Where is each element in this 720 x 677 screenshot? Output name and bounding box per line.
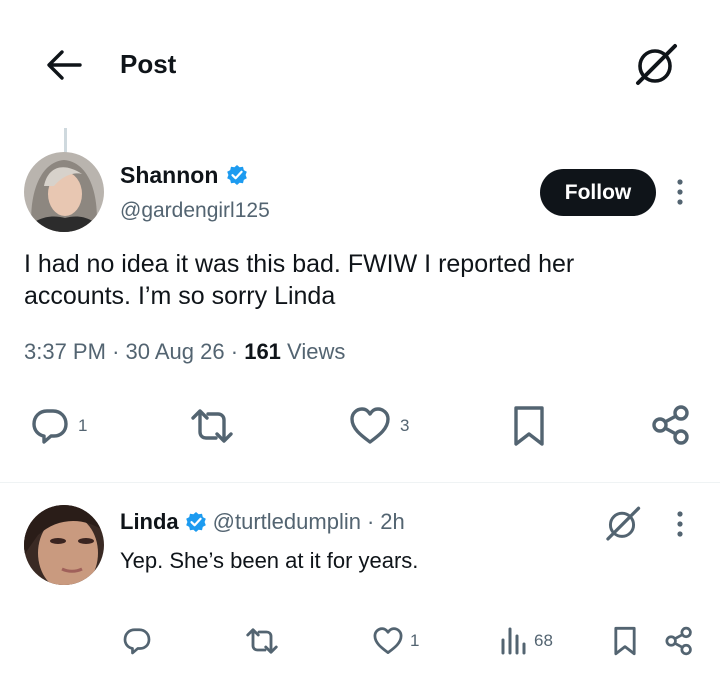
like-button[interactable]: 3 — [348, 406, 409, 446]
reply-age[interactable]: 2h — [380, 507, 404, 537]
reply-icon — [123, 628, 151, 655]
post-text: I had no idea it was this bad. FWIW I re… — [24, 248, 684, 312]
grok-icon — [636, 44, 677, 85]
back-button[interactable] — [44, 47, 84, 83]
views-count: 68 — [534, 631, 553, 650]
more-options-button[interactable] — [670, 510, 690, 540]
section-divider — [0, 482, 720, 483]
repost-icon — [191, 409, 233, 443]
separator-dot: · — [112, 339, 126, 364]
bookmark-icon — [614, 626, 636, 656]
grok-button[interactable] — [603, 505, 641, 543]
views-count: 161 — [244, 339, 281, 364]
post-time[interactable]: 3:37 PM — [24, 339, 106, 364]
share-icon — [665, 626, 692, 656]
like-count: 3 — [400, 416, 410, 435]
heart-icon — [373, 627, 403, 655]
verified-badge-icon — [226, 164, 248, 186]
analytics-icon — [501, 627, 526, 655]
reply-text: Yep. She’s been at it for years. — [120, 548, 419, 573]
share-button[interactable] — [664, 626, 694, 656]
repost-button[interactable] — [188, 406, 236, 446]
author-handle[interactable]: @gardengirl125 — [120, 197, 270, 225]
page-title: Post — [120, 49, 177, 79]
separator-dot: · — [230, 339, 245, 364]
bookmark-button[interactable] — [613, 626, 637, 656]
author-name[interactable]: Shannon — [120, 160, 218, 190]
grok-icon — [606, 506, 641, 541]
more-options-button[interactable] — [670, 178, 690, 208]
reply-author-handle[interactable]: @turtledumplin — [213, 507, 361, 537]
views-button[interactable]: 68 — [500, 626, 553, 656]
follow-button[interactable]: Follow — [540, 169, 656, 216]
more-vertical-icon — [677, 179, 683, 205]
repost-button[interactable] — [244, 626, 280, 656]
arrow-left-icon — [47, 50, 82, 80]
repost-icon — [246, 628, 278, 654]
thread-connector-line — [64, 128, 67, 154]
views-label: Views — [287, 339, 346, 364]
avatar[interactable] — [24, 152, 104, 232]
bookmark-icon — [514, 406, 544, 446]
like-count: 1 — [410, 631, 420, 650]
avatar[interactable] — [24, 505, 104, 585]
reply-button[interactable]: 1 — [30, 406, 87, 446]
post-text-line: accounts. I’m so sorry Linda — [24, 282, 336, 310]
share-icon — [652, 405, 689, 445]
more-vertical-icon — [677, 511, 683, 537]
reply-button[interactable] — [122, 626, 152, 656]
like-button[interactable]: 1 — [372, 626, 419, 656]
heart-icon — [350, 407, 390, 444]
post-metadata: 3:37 PM · 30 Aug 26 · 161 Views — [24, 337, 345, 367]
bookmark-button[interactable] — [512, 405, 546, 447]
share-button[interactable] — [650, 404, 692, 446]
verified-badge-icon — [185, 511, 207, 533]
post-text-line: I had no idea it was this bad. FWIW I re… — [24, 250, 575, 278]
reply-icon — [32, 409, 68, 444]
post-date[interactable]: 30 Aug 26 — [126, 339, 225, 364]
reply-count: 1 — [78, 416, 88, 435]
separator-dot: · — [366, 509, 375, 534]
reply-author-name[interactable]: Linda — [120, 507, 179, 537]
grok-button[interactable] — [632, 42, 678, 88]
